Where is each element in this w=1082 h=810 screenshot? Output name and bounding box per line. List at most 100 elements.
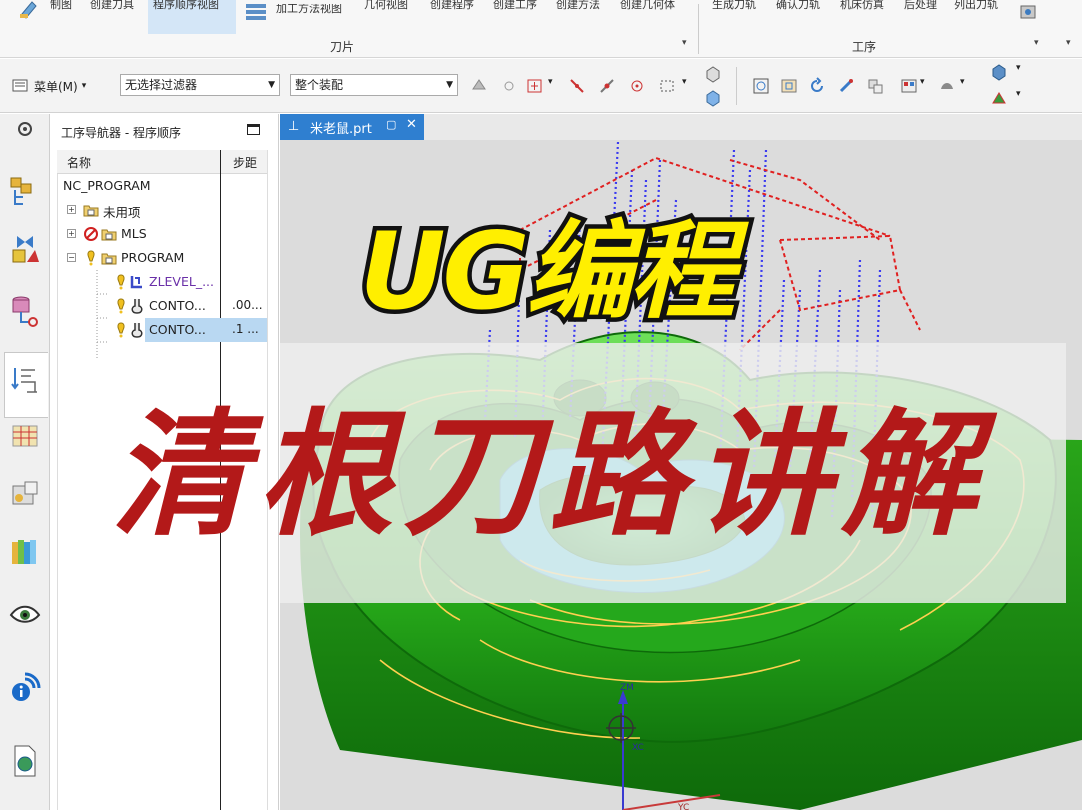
tree-row-label: CONTO... bbox=[149, 298, 206, 313]
selection-filter-dropdown[interactable]: 无选择过滤器 ▼ bbox=[120, 74, 280, 96]
tree-row-label: NC_PROGRAM bbox=[63, 178, 151, 193]
history-icon[interactable] bbox=[9, 536, 41, 570]
folder-icon bbox=[101, 229, 117, 241]
chevron-down-icon: ▼ bbox=[446, 80, 453, 90]
ribbon-create-geometry[interactable]: 创建几何体 bbox=[620, 0, 675, 18]
chevron-down-icon[interactable]: ▾ bbox=[682, 77, 700, 95]
group-expand-arrow-icon[interactable]: ▾ bbox=[682, 38, 687, 48]
ribbon-create-operation[interactable]: 创建工序 bbox=[493, 0, 537, 18]
ribbon-options-arrow-icon[interactable]: ▾ bbox=[1066, 38, 1071, 48]
chevron-down-icon[interactable]: ▾ bbox=[960, 77, 978, 95]
ribbon: 制图 创建刀具 程序顺序视图 加工方法视图 几何视图 创建程序 创建工序 创建方… bbox=[0, 0, 1082, 58]
assembly-scope-dropdown[interactable]: 整个装配 ▼ bbox=[290, 74, 458, 96]
ribbon-generate-toolpath[interactable]: 生成刀轨 bbox=[712, 0, 756, 18]
web-browser-icon[interactable] bbox=[9, 744, 41, 778]
assembly-scope-value: 整个装配 bbox=[295, 78, 344, 92]
shaded-cube-icon[interactable] bbox=[704, 89, 722, 107]
column-header-name[interactable]: 名称 bbox=[67, 154, 91, 171]
ribbon-method-view[interactable]: 加工方法视图 bbox=[276, 4, 342, 22]
chevron-down-icon[interactable]: ▾ bbox=[548, 77, 566, 95]
ribbon-program-order-view[interactable]: 程序顺序视图 bbox=[148, 0, 236, 34]
tree-row-zlevel-operation[interactable]: ZLEVEL_... bbox=[57, 270, 267, 294]
ribbon-create-program[interactable]: 创建程序 bbox=[430, 0, 474, 18]
axis-label-zm: ZM bbox=[620, 683, 634, 693]
menu-icon bbox=[12, 79, 28, 92]
tree-row-nc-program[interactable]: NC_PROGRAM bbox=[57, 174, 267, 198]
group-expand-arrow-icon[interactable]: ▾ bbox=[1034, 38, 1039, 48]
reuse-library-icon[interactable] bbox=[9, 478, 41, 512]
fit-view-icon[interactable] bbox=[752, 77, 770, 95]
render-style-icon[interactable] bbox=[938, 77, 956, 95]
overlay-title-line1: UG编程 bbox=[355, 206, 757, 337]
pan-view-icon[interactable] bbox=[838, 77, 856, 95]
ribbon-create-tool[interactable]: 创建刀具 bbox=[90, 0, 134, 18]
expand-plus-icon[interactable]: + bbox=[67, 229, 76, 238]
tree-row-unused-items[interactable]: + 未用项 bbox=[57, 198, 267, 222]
shaded-solid-icon[interactable] bbox=[990, 63, 1008, 81]
tree-row-mls[interactable]: + MLS bbox=[57, 222, 267, 246]
machining-method-view-icon[interactable] bbox=[244, 2, 268, 22]
constraint-navigator-icon[interactable] bbox=[9, 232, 41, 266]
part-file-name: 米老鼠.prt bbox=[310, 122, 372, 137]
resource-bar bbox=[0, 114, 50, 810]
end-point-icon[interactable] bbox=[568, 77, 586, 95]
operation-navigator-icon[interactable] bbox=[9, 364, 41, 398]
ribbon-verify-toolpath[interactable]: 确认刀轨 bbox=[776, 0, 820, 18]
overlay-title-line2: 清根刀路讲解 bbox=[111, 395, 998, 554]
tree-row-label: CONTO... bbox=[149, 322, 206, 337]
mid-point-icon[interactable] bbox=[598, 77, 616, 95]
point-on-curve-icon[interactable] bbox=[526, 77, 544, 95]
document-tab-bar: ⊥ 米老鼠.prt ▢ ✕ bbox=[280, 114, 1082, 140]
chevron-down-icon[interactable]: ▾ bbox=[1016, 89, 1034, 107]
wireframe-cube-icon[interactable] bbox=[704, 65, 722, 83]
drafting-icon[interactable] bbox=[18, 0, 42, 20]
machine-tool-navigator-icon[interactable] bbox=[9, 420, 41, 454]
ribbon-geometry-view[interactable]: 几何视图 bbox=[364, 0, 408, 18]
top-border-bar: 菜单(M) ▾ 无选择过滤器 ▼ 整个装配 ▼ ▾ ▾ ▾ ▾ ▾ ▾ bbox=[0, 59, 1082, 113]
column-header-stepover[interactable]: 步距 bbox=[233, 154, 257, 171]
menu-button[interactable]: 菜单(M) ▾ bbox=[12, 76, 86, 96]
chevron-down-icon[interactable]: ▾ bbox=[920, 77, 938, 95]
select-feature-icon[interactable] bbox=[470, 77, 488, 95]
gear-icon[interactable] bbox=[14, 118, 36, 140]
overlay-title-line1-text: UG编程 bbox=[359, 210, 749, 333]
tree-row-contour-operation-selected[interactable]: CONTO... .1 ... bbox=[57, 318, 267, 342]
ribbon-drafting[interactable]: 制图 bbox=[50, 0, 72, 18]
eye-icon[interactable] bbox=[9, 598, 41, 632]
navigator-header: 名称 步距 bbox=[57, 150, 267, 174]
ribbon-machine-simulation[interactable]: 机床仿真 bbox=[840, 0, 884, 18]
rectangle-select-icon[interactable] bbox=[658, 77, 676, 95]
zoom-view-icon[interactable] bbox=[780, 77, 798, 95]
warning-icon bbox=[117, 274, 125, 290]
display-style-icon[interactable] bbox=[900, 77, 918, 95]
overlay-title-line2-text: 清根刀路讲解 bbox=[111, 395, 998, 554]
group-label-toolpath: 刀片 bbox=[330, 40, 355, 54]
center-point-icon[interactable] bbox=[628, 77, 646, 95]
assembly-navigator-icon[interactable] bbox=[9, 176, 41, 210]
chevron-down-icon: ▾ bbox=[81, 81, 87, 91]
rotate-view-icon[interactable] bbox=[808, 77, 826, 95]
maximize-icon[interactable] bbox=[247, 124, 260, 135]
no-entry-icon bbox=[84, 227, 98, 241]
chevron-down-icon[interactable]: ▾ bbox=[1016, 63, 1034, 81]
close-icon[interactable]: ✕ bbox=[406, 117, 417, 132]
warning-icon bbox=[117, 298, 125, 314]
folder-icon bbox=[83, 205, 99, 217]
ribbon-postprocess[interactable]: 后处理 bbox=[904, 0, 937, 18]
snap-point-icon[interactable] bbox=[500, 77, 518, 95]
collapse-minus-icon[interactable]: − bbox=[67, 253, 76, 262]
menu-label: 菜单(M) bbox=[34, 79, 78, 94]
expand-plus-icon[interactable]: + bbox=[67, 205, 76, 214]
tree-row-label: ZLEVEL_... bbox=[149, 274, 215, 289]
info-icon[interactable] bbox=[9, 670, 41, 704]
edge-display-icon[interactable] bbox=[990, 89, 1008, 107]
tree-row-label: 未用项 bbox=[103, 205, 141, 220]
pin-icon: ⊥ bbox=[288, 119, 300, 134]
tree-row-contour-operation[interactable]: CONTO... .00... bbox=[57, 294, 267, 318]
shop-doc-icon[interactable] bbox=[1016, 2, 1040, 22]
part-navigator-icon[interactable] bbox=[9, 294, 41, 328]
ribbon-create-method[interactable]: 创建方法 bbox=[556, 0, 600, 18]
part-file-tab[interactable]: ⊥ 米老鼠.prt ▢ ✕ bbox=[280, 114, 424, 140]
ribbon-list-toolpath[interactable]: 列出刀轨 bbox=[954, 0, 998, 18]
view-orientation-icon[interactable] bbox=[866, 77, 884, 95]
